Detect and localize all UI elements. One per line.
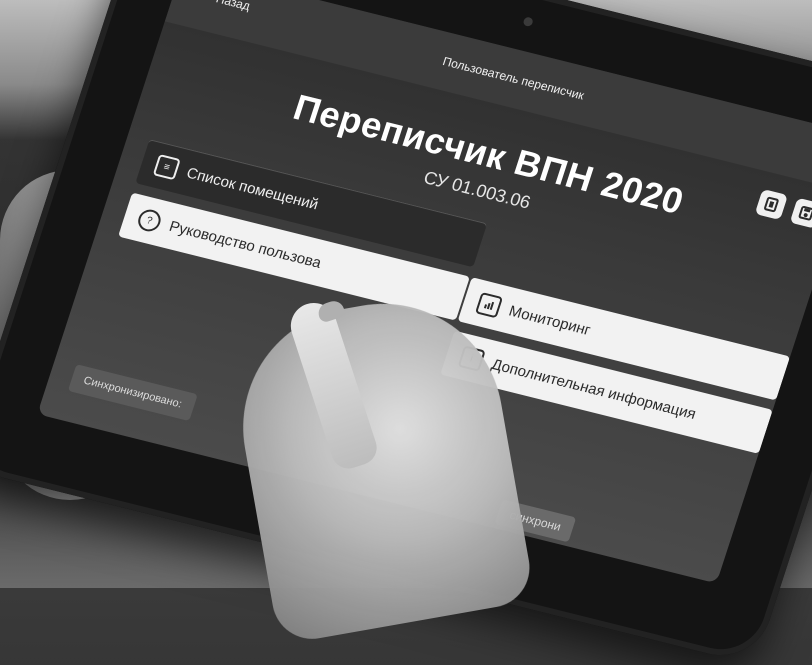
info-circle-icon: ? <box>135 207 164 234</box>
back-button[interactable]: ← Назад <box>190 0 252 15</box>
menu-item-label: Руководство пользова <box>167 217 324 272</box>
front-camera <box>522 16 534 28</box>
menu-item-label: Список помещений <box>184 164 321 213</box>
menu-item-label: Мониторинг <box>506 302 593 339</box>
arrow-left-icon: ← <box>190 0 214 6</box>
back-label: Назад <box>214 0 252 14</box>
chart-icon <box>474 292 504 319</box>
list-icon: ≡ <box>152 153 181 181</box>
header-subtitle: Пользователь переписчик <box>440 54 586 103</box>
